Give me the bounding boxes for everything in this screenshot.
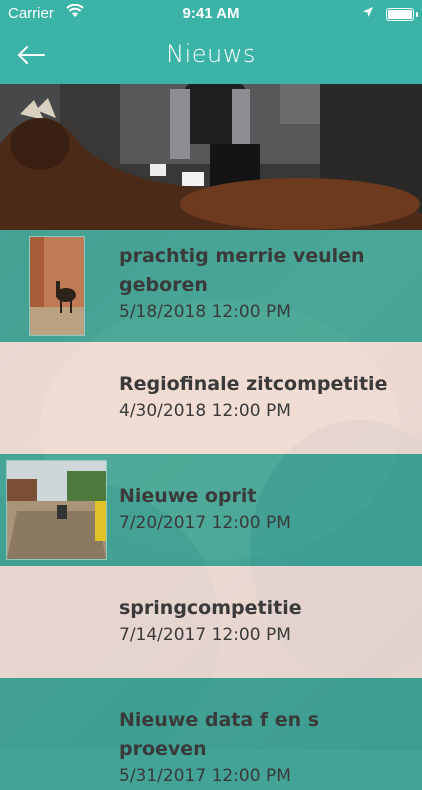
news-title: Nieuwe data f en s proeven bbox=[119, 709, 320, 760]
news-item[interactable]: Nieuwe oprit 7/20/2017 12:00 PM bbox=[0, 454, 422, 566]
news-thumbnail bbox=[6, 460, 107, 560]
status-bar: Carrier 9:41 AM bbox=[0, 0, 422, 28]
news-date: 7/20/2017 12:00 PM bbox=[119, 513, 291, 533]
news-list: prachtig merrie veulen geboren 5/18/2018… bbox=[0, 230, 422, 790]
news-date: 5/31/2017 12:00 PM bbox=[119, 766, 291, 786]
location-arrow-icon bbox=[362, 5, 374, 22]
news-title: prachtig merrie veulen geboren bbox=[119, 245, 365, 296]
news-title: springcompetitie bbox=[119, 597, 302, 619]
news-item[interactable]: Nieuwe data f en s proeven 5/31/2017 12:… bbox=[0, 678, 422, 790]
news-item[interactable]: Regiofinale zitcompetitie 4/30/2018 12:0… bbox=[0, 342, 422, 454]
battery-icon bbox=[386, 8, 418, 21]
news-date: 7/14/2017 12:00 PM bbox=[119, 625, 291, 645]
page-title: Nieuws bbox=[166, 40, 256, 68]
news-title: Nieuwe oprit bbox=[119, 485, 257, 507]
navigation-bar: Nieuws bbox=[0, 28, 422, 84]
news-item[interactable]: springcompetitie 7/14/2017 12:00 PM bbox=[0, 566, 422, 678]
news-thumbnail bbox=[29, 236, 85, 336]
header-photo bbox=[0, 84, 422, 230]
news-date: 5/18/2018 12:00 PM bbox=[119, 302, 291, 322]
clock: 9:41 AM bbox=[182, 5, 240, 22]
news-date: 4/30/2018 12:00 PM bbox=[119, 401, 291, 421]
news-item[interactable]: prachtig merrie veulen geboren 5/18/2018… bbox=[0, 230, 422, 342]
news-title: Regiofinale zitcompetitie bbox=[119, 373, 388, 395]
